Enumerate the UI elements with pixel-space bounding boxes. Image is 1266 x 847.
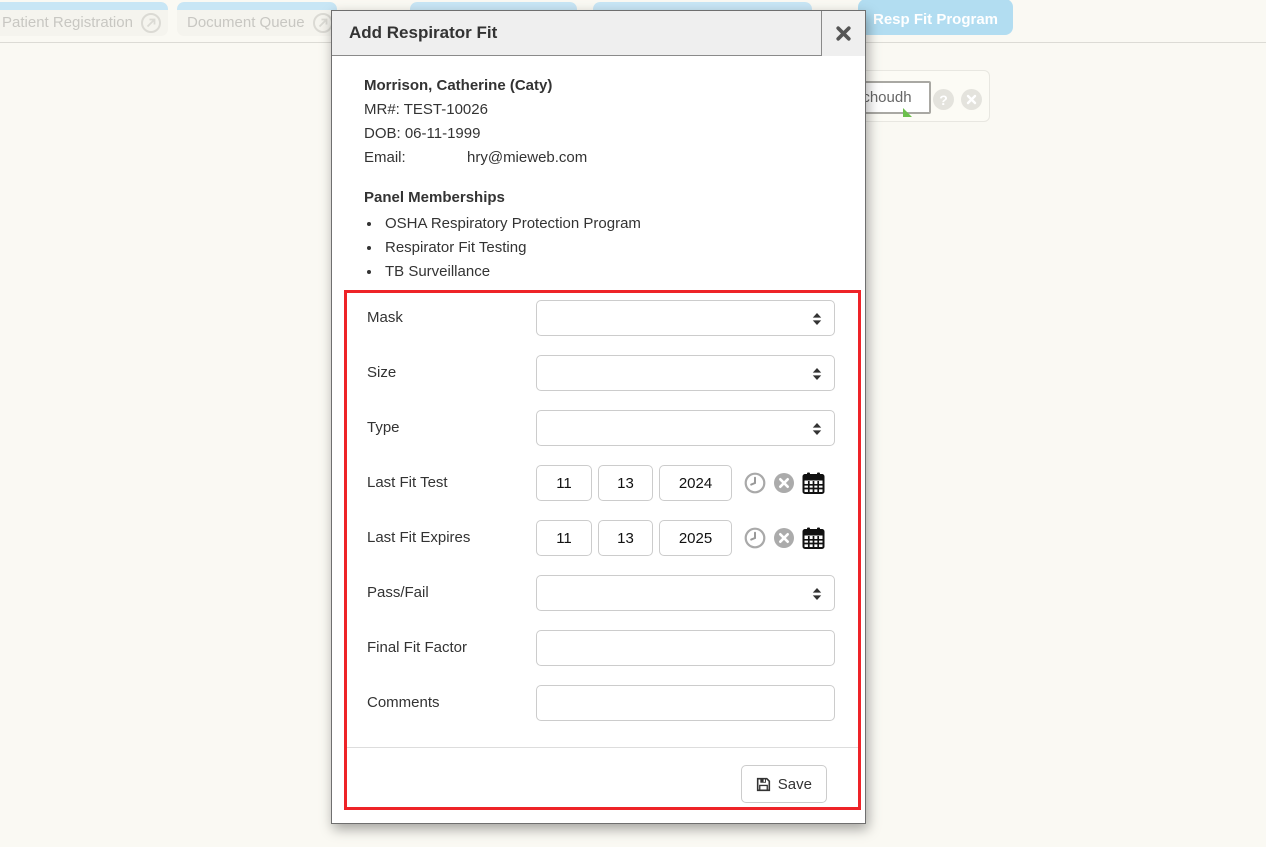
panel-memberships: Panel Memberships OSHA Respiratory Prote… [364,186,833,284]
dialog-header: Add Respirator Fit [332,11,865,56]
dialog-footer: Save [367,748,835,803]
tab-label: Patient Registration [2,7,133,31]
panel-memberships-list: OSHA Respiratory Protection Program Resp… [364,212,833,284]
select-arrows-icon [812,368,822,380]
month-input[interactable] [536,520,592,556]
popout-icon[interactable] [313,13,333,33]
patient-dob: DOB: 06-11-1999 [364,122,833,146]
day-input[interactable] [598,520,653,556]
final-fit-factor-input[interactable] [536,630,835,666]
tab-patient-registration[interactable]: Patient Registration [0,2,168,36]
help-icon[interactable]: ? [933,89,954,110]
dialog-title: Add Respirator Fit [332,23,821,43]
close-button[interactable] [821,11,865,56]
patient-name: Morrison, Catherine (Caty) [364,74,833,98]
calendar-icon[interactable] [802,527,825,549]
add-respirator-fit-dialog: Add Respirator Fit Morrison, Catherine (… [331,10,866,824]
time-icon[interactable] [744,527,766,549]
tab-document-queue[interactable]: Document Queue [177,2,337,36]
pass-fail-row: Pass/Fail [367,575,835,611]
select-arrows-icon [812,588,822,600]
size-select[interactable] [536,355,835,391]
clear-date-icon[interactable] [773,472,795,494]
last-fit-expires-row: Last Fit Expires [367,520,835,556]
patient-email: hry@mieweb.com [467,149,587,166]
tab-resp-fit-program[interactable]: Resp Fit Program [858,0,1013,35]
pass-fail-select[interactable] [536,575,835,611]
arrow-up-right-icon [146,18,156,28]
last-fit-test-label: Last Fit Test [367,465,536,501]
final-fit-factor-label: Final Fit Factor [367,630,536,666]
list-item: OSHA Respiratory Protection Program [382,212,833,236]
popout-icon[interactable] [141,13,161,33]
x-icon [966,94,977,105]
last-fit-expires-label: Last Fit Expires [367,520,536,556]
patient-mr: MR#: TEST-10026 [364,98,833,122]
time-icon[interactable] [744,472,766,494]
close-icon [835,25,852,42]
calendar-icon[interactable] [802,472,825,494]
type-select[interactable] [536,410,835,446]
save-button[interactable]: Save [741,765,827,803]
select-arrows-icon [812,423,822,435]
autocomplete-indicator [903,108,912,117]
clear-date-icon[interactable] [773,527,795,549]
comments-input[interactable] [536,685,835,721]
year-input[interactable] [659,520,732,556]
email-label: Email: [364,146,467,170]
patient-info: Morrison, Catherine (Caty) MR#: TEST-100… [364,74,833,170]
list-item: TB Surveillance [382,260,833,284]
patient-email-row: Email:hry@mieweb.com [364,146,833,170]
select-arrows-icon [812,313,822,325]
comments-label: Comments [367,685,536,721]
tab-label: Document Queue [187,7,305,31]
panel-memberships-heading: Panel Memberships [364,186,833,210]
list-item: Respirator Fit Testing [382,236,833,260]
pass-fail-label: Pass/Fail [367,575,536,611]
dialog-body: Morrison, Catherine (Caty) MR#: TEST-100… [332,74,865,810]
save-icon [756,777,771,792]
size-label: Size [367,355,536,391]
arrow-up-right-icon [318,18,328,28]
mask-select[interactable] [536,300,835,336]
type-row: Type [367,410,835,446]
final-fit-factor-row: Final Fit Factor [367,630,835,666]
size-row: Size [367,355,835,391]
last-fit-test-row: Last Fit Test [367,465,835,501]
year-input[interactable] [659,465,732,501]
type-label: Type [367,410,536,446]
mask-row: Mask [367,300,835,336]
mask-label: Mask [367,300,536,336]
clear-search-icon[interactable] [961,89,982,110]
tab-label: Resp Fit Program [873,7,998,28]
day-input[interactable] [598,465,653,501]
highlight-annotation: Mask Size [344,290,861,810]
comments-row: Comments [367,685,835,721]
save-button-label: Save [778,776,812,793]
month-input[interactable] [536,465,592,501]
